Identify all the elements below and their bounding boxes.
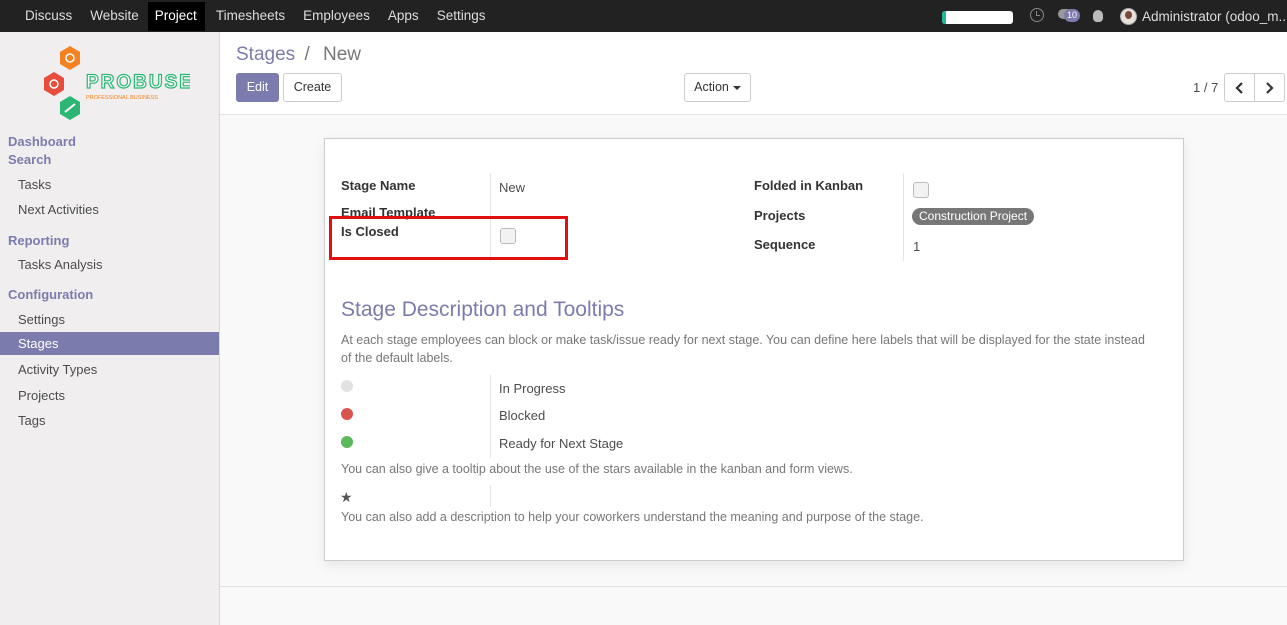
state-in-progress-icon xyxy=(341,380,353,392)
create-button[interactable]: Create xyxy=(283,73,342,102)
menu-employees[interactable]: Employees xyxy=(292,2,377,31)
stage-name-label: Stage Name xyxy=(341,178,416,193)
sidebar-item-projects[interactable]: Projects xyxy=(0,384,219,407)
field-separator xyxy=(490,375,491,458)
sequence-field[interactable]: 1 xyxy=(913,239,920,254)
sidebar-item-tasks[interactable]: Tasks xyxy=(0,173,219,196)
caret-down-icon xyxy=(732,85,741,90)
help-text-states: At each stage employees can block or mak… xyxy=(341,333,1145,365)
chevron-right-icon xyxy=(1266,82,1274,94)
breadcrumb-stages-link[interactable]: Stages xyxy=(236,44,295,65)
pager-value[interactable]: 1 / 7 xyxy=(1193,80,1218,95)
state-blocked-icon xyxy=(341,408,353,420)
top-navbar: Discuss Website Project Timesheets Emplo… xyxy=(0,0,1287,32)
sidebar-section-dashboard[interactable]: Dashboard xyxy=(8,134,76,149)
sidebar-item-settings[interactable]: Settings xyxy=(0,308,219,331)
is-closed-highlight-box xyxy=(329,216,568,260)
sidebar-section-reporting: Reporting xyxy=(8,233,70,248)
form-view-footer-area xyxy=(220,586,1287,625)
state-blocked-label[interactable]: Blocked xyxy=(499,408,545,423)
menu-apps[interactable]: Apps xyxy=(377,2,426,31)
breadcrumb-current: New xyxy=(323,44,362,65)
svg-text:PROBUSE: PROBUSE xyxy=(86,72,190,93)
sidebar-section-configuration: Configuration xyxy=(8,287,94,302)
svg-text:PROFESSIONAL BUSINESS: PROFESSIONAL BUSINESS xyxy=(86,95,158,101)
section-title: Stage Description and Tooltips xyxy=(341,298,625,321)
activity-clock-icon[interactable] xyxy=(1030,8,1044,22)
menu-project[interactable]: Project xyxy=(147,2,205,31)
menu-discuss[interactable]: Discuss xyxy=(14,2,79,31)
edit-button[interactable]: Edit xyxy=(236,73,279,102)
state-ready-label[interactable]: Ready for Next Stage xyxy=(499,436,623,451)
sidebar-item-activity-types[interactable]: Activity Types xyxy=(0,358,219,381)
star-icon: ★ xyxy=(340,489,353,505)
sidebar-section-search[interactable]: Search xyxy=(8,152,51,167)
user-menu[interactable]: Administrator (odoo_m... xyxy=(1142,9,1287,24)
state-ready-icon xyxy=(341,436,353,448)
probuse-logo: PROBUSE PROFESSIONAL BUSINESS xyxy=(44,46,190,120)
menu-timesheets[interactable]: Timesheets xyxy=(205,2,292,31)
sidebar-item-next-activities[interactable]: Next Activities xyxy=(0,198,219,221)
action-dropdown[interactable]: Action xyxy=(684,73,751,102)
folded-in-kanban-label: Folded in Kanban xyxy=(754,178,864,193)
stage-name-field[interactable]: New xyxy=(499,180,525,195)
state-in-progress-label[interactable]: In Progress xyxy=(499,381,565,396)
pager-next-button[interactable] xyxy=(1254,73,1285,102)
help-text-description: You can also add a description to help y… xyxy=(341,510,924,524)
loading-progress-bar xyxy=(942,11,1013,24)
breadcrumb: Stages / New xyxy=(236,44,361,66)
projects-label: Projects xyxy=(754,208,806,223)
chevron-left-icon xyxy=(1235,82,1243,94)
project-tag[interactable]: Construction Project xyxy=(912,208,1035,225)
pager-previous-button[interactable] xyxy=(1224,73,1255,102)
debug-bug-icon[interactable] xyxy=(1093,10,1103,22)
folded-in-kanban-checkbox[interactable] xyxy=(913,182,929,198)
menu-settings[interactable]: Settings xyxy=(426,2,493,31)
field-separator xyxy=(903,173,904,261)
sequence-label: Sequence xyxy=(754,237,816,252)
sidebar-item-tags[interactable]: Tags xyxy=(0,409,219,432)
sidebar: PROBUSE PROFESSIONAL BUSINESS Dashboard … xyxy=(0,32,220,625)
menu-website[interactable]: Website xyxy=(79,2,146,31)
breadcrumb-separator: / xyxy=(304,44,310,65)
sidebar-item-tasks-analysis[interactable]: Tasks Analysis xyxy=(0,253,219,276)
chat-count-badge: 10 xyxy=(1064,9,1081,22)
field-separator xyxy=(490,485,491,507)
user-avatar[interactable] xyxy=(1120,8,1137,25)
action-dropdown-label: Action xyxy=(694,80,729,94)
help-text-stars: You can also give a tooltip about the us… xyxy=(341,462,853,476)
sidebar-item-stages[interactable]: Stages xyxy=(0,332,219,355)
app-menu: Discuss Website Project Timesheets Emplo… xyxy=(0,0,492,32)
